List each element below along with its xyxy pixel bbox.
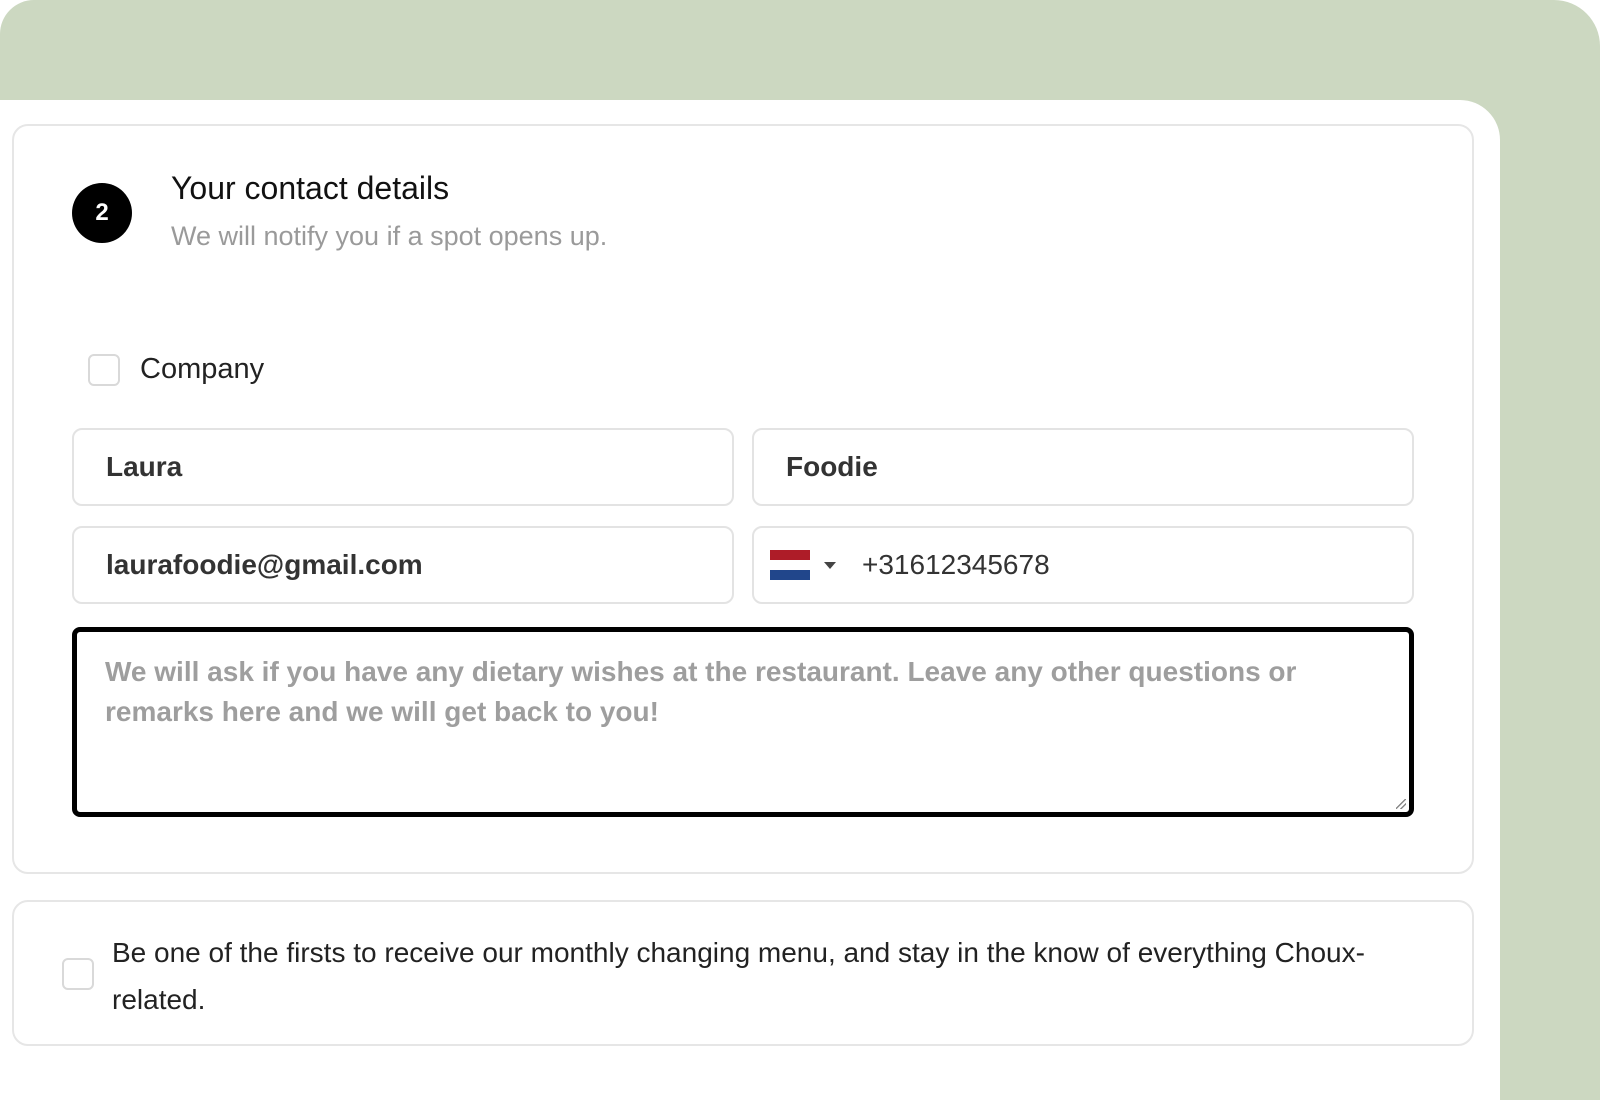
- newsletter-label[interactable]: Be one of the firsts to receive our mont…: [112, 929, 1432, 1023]
- email-value: laurafoodie@gmail.com: [106, 549, 423, 580]
- email-field[interactable]: laurafoodie@gmail.com: [72, 526, 734, 604]
- phone-value: +31612345678: [862, 549, 1050, 580]
- newsletter-checkbox[interactable]: [62, 958, 94, 990]
- phone-field[interactable]: +31612345678: [752, 526, 1414, 604]
- section-title: Your contact details: [171, 170, 450, 206]
- first-name-value: Laura: [106, 451, 183, 482]
- first-name-field[interactable]: Laura: [72, 428, 734, 506]
- resize-grip-icon[interactable]: [1396, 799, 1406, 809]
- section-subtitle: We will notify you if a spot opens up.: [171, 221, 608, 251]
- company-label[interactable]: Company: [140, 353, 264, 386]
- chevron-down-icon[interactable]: [824, 561, 836, 569]
- remarks-textarea[interactable]: We will ask if you have any dietary wish…: [72, 627, 1414, 817]
- last-name-value: Foodie: [786, 451, 878, 482]
- step-number-badge: 2: [72, 183, 132, 243]
- last-name-field[interactable]: Foodie: [752, 428, 1414, 506]
- company-checkbox[interactable]: [88, 354, 120, 386]
- netherlands-flag-icon[interactable]: [770, 550, 810, 580]
- remarks-placeholder: We will ask if you have any dietary wish…: [105, 656, 1297, 727]
